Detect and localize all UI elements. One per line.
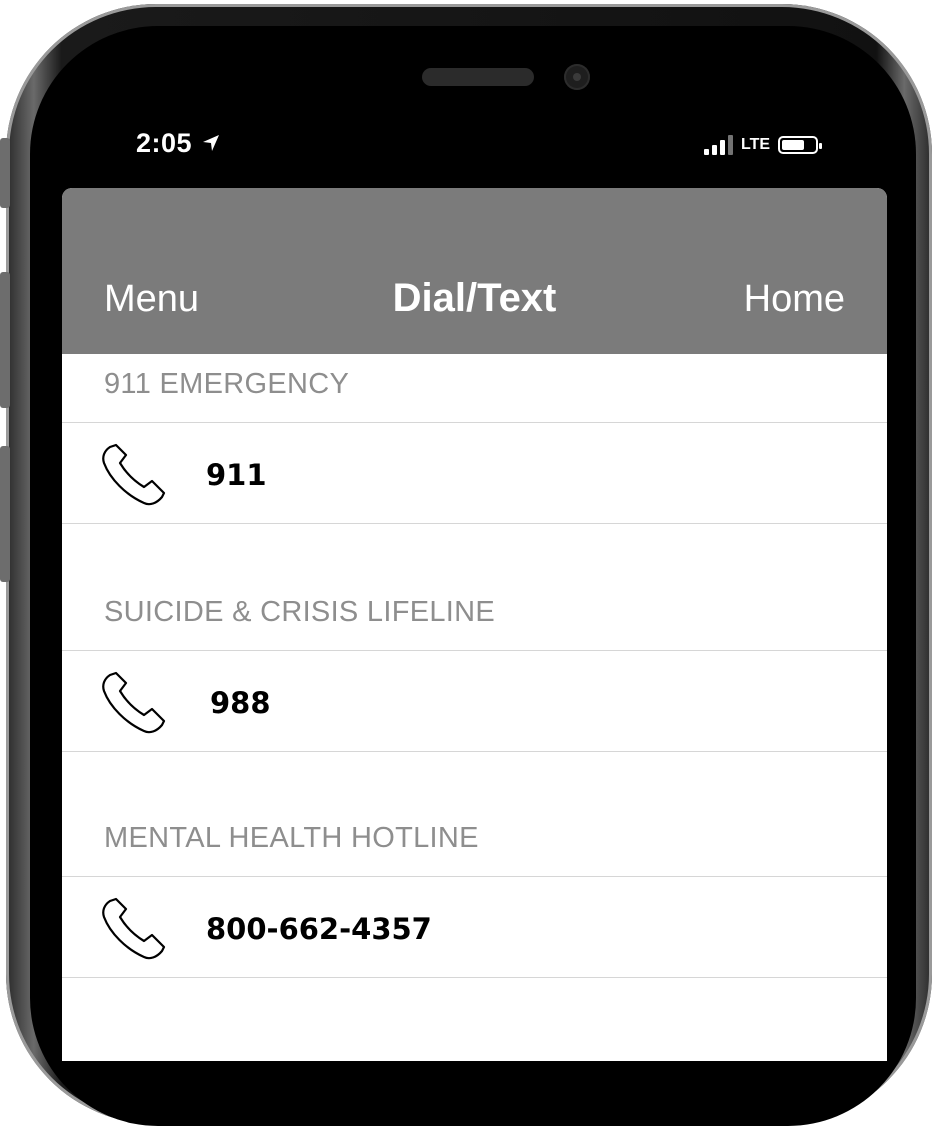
earpiece-speaker <box>422 68 534 86</box>
phone-icon <box>102 443 166 506</box>
status-time: 2:05 <box>136 128 220 159</box>
signal-strength-icon <box>704 135 733 155</box>
section-header-suicide-crisis-lifeline: SUICIDE & CRISIS LIFELINE <box>104 596 496 628</box>
phone-number: 988 <box>210 686 271 720</box>
dial-row-911[interactable]: 911 <box>62 422 887 524</box>
phone-icon <box>102 897 166 960</box>
phone-number: 911 <box>206 458 267 492</box>
navigation-bar: Menu Dial/Text Home <box>62 188 887 354</box>
silent-switch <box>0 138 10 208</box>
section-header-mental-health-hotline: MENTAL HEALTH HOTLINE <box>104 822 479 854</box>
dial-row-988[interactable]: 988 <box>62 650 887 752</box>
network-type: LTE <box>741 136 771 153</box>
home-button[interactable]: Home <box>744 278 845 321</box>
dial-row-mental-health[interactable]: 800-662-4357 <box>62 876 887 978</box>
section-header-911-emergency: 911 EMERGENCY <box>104 368 350 400</box>
phone-icon <box>102 671 166 734</box>
location-arrow-icon <box>203 135 220 151</box>
status-indicators: LTE <box>704 128 823 162</box>
battery-icon <box>778 136 823 154</box>
app-screen: Menu Dial/Text Home 911 EMERGENCY 911 SU… <box>62 188 887 1061</box>
volume-up-button <box>0 272 10 408</box>
phone-number: 800-662-4357 <box>206 912 432 946</box>
volume-down-button <box>0 446 10 582</box>
front-camera <box>564 64 590 90</box>
